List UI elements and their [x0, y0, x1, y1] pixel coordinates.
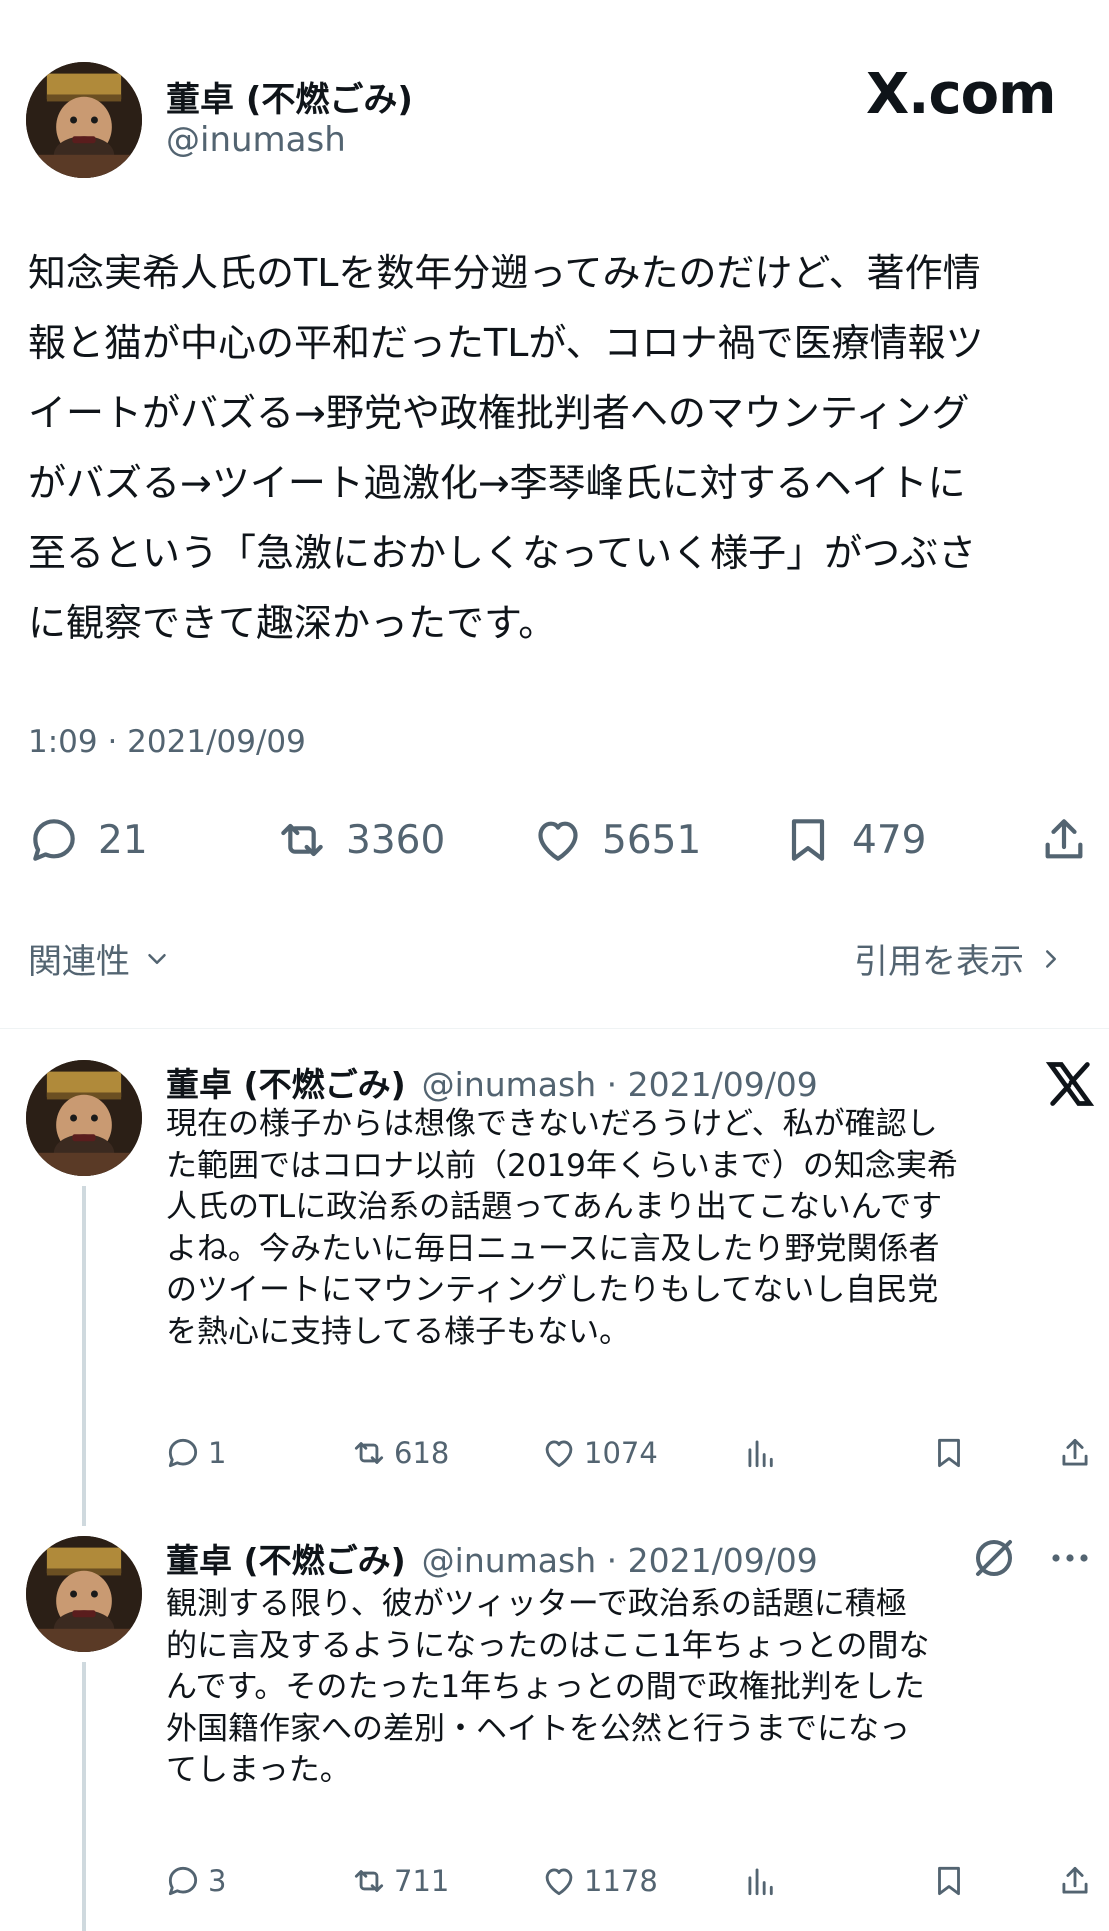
share-icon — [1062, 1866, 1088, 1894]
reply-text: 観測する限り、彼がツィッターで政治系の話題に積極 的に言及するようになったのはこ… — [166, 1586, 930, 1788]
like-icon — [545, 1868, 573, 1896]
bookmark-button[interactable] — [930, 1862, 968, 1900]
reply-button[interactable]: 21 — [26, 812, 148, 868]
chevron-down-icon — [148, 953, 166, 964]
retweet-count: 711 — [394, 1864, 450, 1898]
reply-icon — [168, 1438, 198, 1468]
chevron-right-icon — [1046, 949, 1056, 968]
divider — [0, 1028, 1109, 1029]
views-button[interactable] — [742, 1434, 780, 1472]
like-count: 1178 — [584, 1864, 658, 1898]
x-logo-icon — [1045, 1062, 1095, 1106]
share-icon — [1045, 819, 1083, 859]
view-quotes-link[interactable]: 引用を表示 — [854, 934, 1066, 983]
author-name[interactable]: 董卓 (不燃ごみ) — [166, 72, 413, 121]
retweet-button[interactable]: 618 — [350, 1434, 449, 1472]
reply-icon — [33, 819, 75, 861]
view-quotes-label: 引用を表示 — [854, 942, 1024, 982]
views-icon — [748, 1440, 773, 1468]
like-button[interactable]: 1074 — [540, 1434, 658, 1472]
thread-line — [82, 1186, 86, 1526]
share-button[interactable] — [1056, 1434, 1094, 1472]
bookmark-button[interactable]: 479 — [780, 812, 926, 868]
tweet-timestamp[interactable]: 1:09 · 2021/09/09 — [28, 724, 306, 760]
grok-icon[interactable] — [970, 1534, 1018, 1582]
retweet-button[interactable]: 711 — [350, 1862, 449, 1900]
retweet-button[interactable]: 3360 — [274, 812, 445, 868]
reply-author-name[interactable]: 董卓 (不燃ごみ) — [166, 1058, 406, 1106]
share-button[interactable] — [1056, 1862, 1094, 1900]
reply-icon — [168, 1866, 198, 1896]
reply-button[interactable]: 1 — [164, 1434, 226, 1472]
retweet-icon — [281, 823, 323, 857]
avatar[interactable] — [26, 1536, 142, 1652]
retweet-icon — [354, 1870, 384, 1892]
reply-button[interactable]: 3 — [164, 1862, 226, 1900]
share-button[interactable] — [1036, 812, 1092, 868]
thread-line — [82, 1662, 86, 1931]
like-count: 1074 — [584, 1436, 658, 1470]
reply-count: 3 — [208, 1864, 227, 1898]
retweet-icon — [354, 1442, 384, 1464]
avatar-image — [26, 62, 142, 178]
reply-text: 現在の様子からは想像できないだろうけど、私が確認し た範囲ではコロナ以前（201… — [166, 1106, 958, 1350]
avatar[interactable] — [26, 62, 142, 178]
like-button[interactable]: 5651 — [530, 812, 701, 868]
retweet-count: 3360 — [346, 817, 446, 863]
retweet-count: 618 — [394, 1436, 450, 1470]
author-handle[interactable]: @inumash — [166, 120, 346, 160]
reply-meta[interactable]: @inumash · 2021/09/09 — [422, 1065, 818, 1104]
relevance-label: 関連性 — [28, 942, 130, 982]
like-count: 5651 — [602, 817, 702, 863]
views-button[interactable] — [742, 1862, 780, 1900]
avatar-image — [26, 1060, 142, 1176]
bookmark-icon — [791, 819, 825, 861]
bookmark-icon — [938, 1438, 960, 1468]
more-icon[interactable] — [1046, 1534, 1094, 1582]
x-logo-icon: X.com — [866, 62, 1056, 127]
share-icon — [1062, 1438, 1088, 1466]
reply-count: 1 — [208, 1436, 227, 1470]
avatar[interactable] — [26, 1060, 142, 1176]
like-icon — [545, 1440, 573, 1468]
reply-meta[interactable]: @inumash · 2021/09/09 — [422, 1541, 818, 1580]
reply-count: 21 — [98, 817, 148, 863]
like-button[interactable]: 1178 — [540, 1862, 658, 1900]
bookmark-button[interactable] — [930, 1434, 968, 1472]
bookmark-icon — [938, 1866, 960, 1896]
bookmark-count: 479 — [852, 817, 927, 863]
reply-author-name[interactable]: 董卓 (不燃ごみ) — [166, 1534, 406, 1582]
like-icon — [538, 821, 578, 861]
tweet-text: 知念実希人氏のTLを数年分遡ってみたのだけど、著作情 報と猫が中心の平和だったT… — [28, 251, 984, 645]
avatar-image — [26, 1536, 142, 1652]
views-icon — [748, 1868, 773, 1896]
relevance-sort[interactable]: 関連性 — [28, 934, 172, 983]
